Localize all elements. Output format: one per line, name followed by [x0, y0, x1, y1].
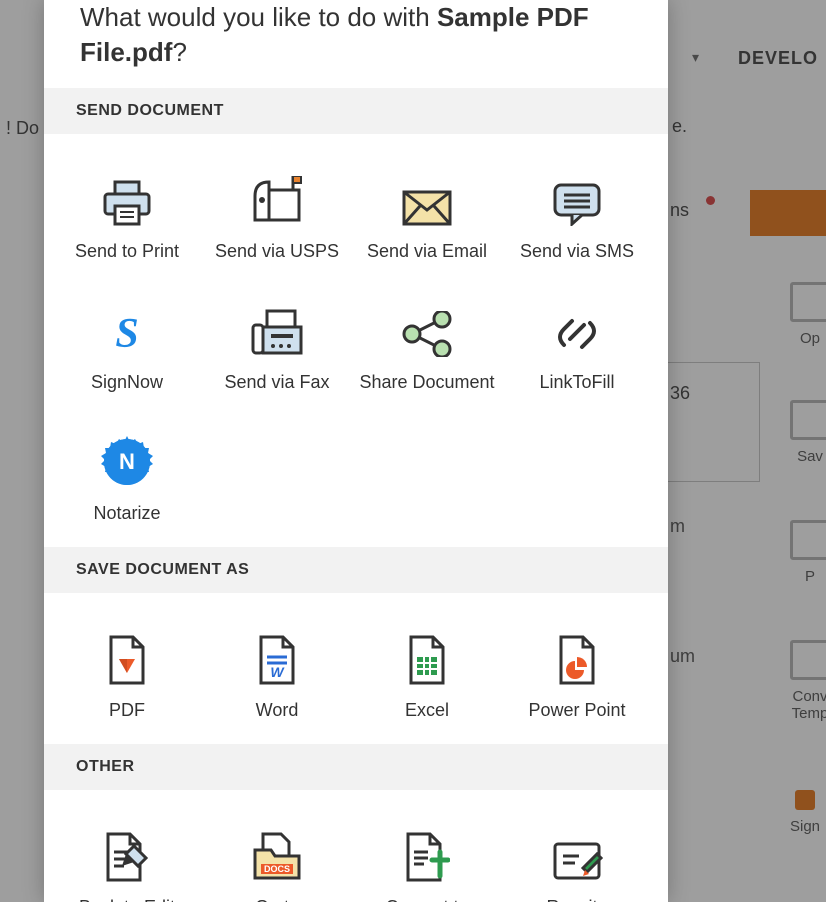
- notarize-button[interactable]: N Notarize: [52, 414, 202, 545]
- send-via-email-button[interactable]: Send via Email: [352, 152, 502, 283]
- cell-label: Send via Email: [356, 240, 498, 263]
- fax-icon: [206, 293, 348, 357]
- back-to-edit-button[interactable]: Back to Edit: [52, 808, 202, 902]
- share-document-button[interactable]: Share Document: [352, 283, 502, 414]
- cell-label: Send via Fax: [206, 371, 348, 394]
- section-header-send: SEND DOCUMENT: [44, 88, 668, 134]
- powerpoint-file-icon: [506, 621, 648, 685]
- notarize-icon: N: [56, 424, 198, 488]
- other-grid: Back to Edit DOCS Go to: [44, 790, 668, 902]
- folder-docs-icon: DOCS: [206, 818, 348, 882]
- sms-icon: [506, 162, 648, 226]
- cell-label: Convert to: [356, 896, 498, 902]
- cell-label: PDF: [56, 699, 198, 722]
- save-grid: PDF W Word: [44, 593, 668, 744]
- convert-template-icon: [356, 818, 498, 882]
- send-via-sms-button[interactable]: Send via SMS: [502, 152, 652, 283]
- save-as-pdf-button[interactable]: PDF: [52, 611, 202, 742]
- cell-label: Power Point: [506, 699, 648, 722]
- section-header-save: SAVE DOCUMENT AS: [44, 547, 668, 593]
- share-icon: [356, 293, 498, 357]
- title-prefix: What would you like to do with: [80, 2, 437, 32]
- rewrite-icon: [506, 818, 648, 882]
- cell-label: Back to Edit: [56, 896, 198, 902]
- cell-label: Excel: [356, 699, 498, 722]
- signnow-icon: S: [56, 293, 198, 357]
- svg-text:N: N: [119, 449, 135, 474]
- save-as-powerpoint-button[interactable]: Power Point: [502, 611, 652, 742]
- modal-title: What would you like to do with Sample PD…: [44, 0, 668, 88]
- cell-label: LinkToFill: [506, 371, 648, 394]
- pdf-file-icon: [56, 621, 198, 685]
- cell-label: Send via SMS: [506, 240, 648, 263]
- cell-label: Notarize: [56, 502, 198, 525]
- cell-label: Send to Print: [56, 240, 198, 263]
- send-via-usps-button[interactable]: Send via USPS: [202, 152, 352, 283]
- linktofill-button[interactable]: LinkToFill: [502, 283, 652, 414]
- title-suffix: ?: [172, 37, 186, 67]
- cell-label: Go to: [206, 896, 348, 902]
- save-as-excel-button[interactable]: Excel: [352, 611, 502, 742]
- rewrite-button[interactable]: Rewrite: [502, 808, 652, 902]
- link-icon: [506, 293, 648, 357]
- svg-text:DOCS: DOCS: [264, 864, 290, 874]
- actions-modal: What would you like to do with Sample PD…: [44, 0, 668, 902]
- signnow-button[interactable]: S SignNow: [52, 283, 202, 414]
- cell-label: SignNow: [56, 371, 198, 394]
- envelope-icon: [356, 162, 498, 226]
- svg-text:W: W: [270, 664, 285, 680]
- cell-label: Rewrite: [506, 896, 648, 902]
- convert-to-button[interactable]: Convert to: [352, 808, 502, 902]
- printer-icon: [56, 162, 198, 226]
- svg-text:S: S: [115, 311, 138, 357]
- go-to-button[interactable]: DOCS Go to: [202, 808, 352, 902]
- save-as-word-button[interactable]: W Word: [202, 611, 352, 742]
- send-via-fax-button[interactable]: Send via Fax: [202, 283, 352, 414]
- mailbox-icon: [206, 162, 348, 226]
- excel-file-icon: [356, 621, 498, 685]
- section-header-other: OTHER: [44, 744, 668, 790]
- cell-label: Share Document: [356, 371, 498, 394]
- cell-label: Word: [206, 699, 348, 722]
- word-file-icon: W: [206, 621, 348, 685]
- send-grid: Send to Print Send via USPS: [44, 134, 668, 547]
- send-to-print-button[interactable]: Send to Print: [52, 152, 202, 283]
- edit-document-icon: [56, 818, 198, 882]
- cell-label: Send via USPS: [206, 240, 348, 263]
